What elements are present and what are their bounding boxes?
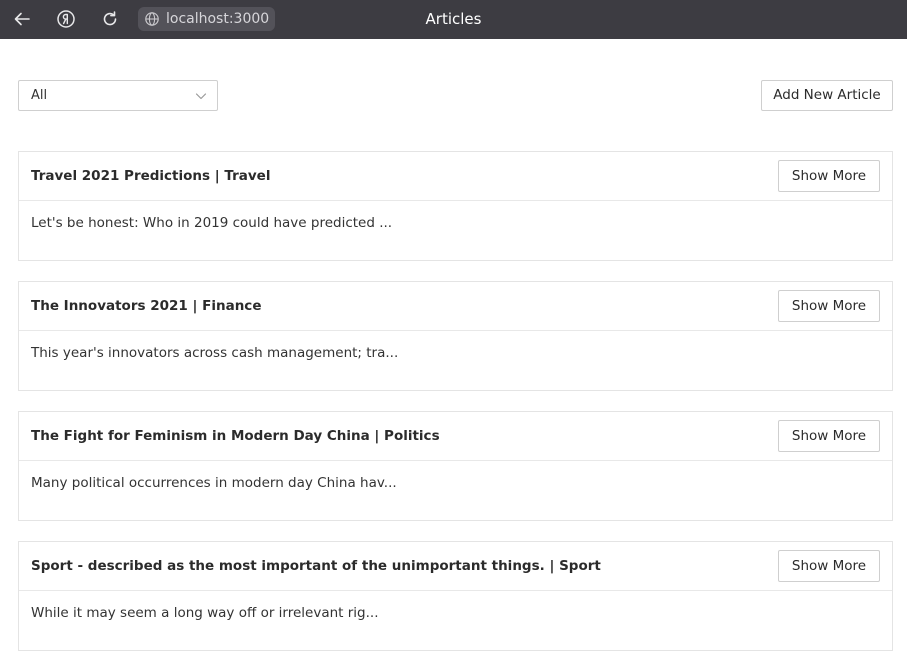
category-filter-select[interactable]: All — [18, 80, 218, 111]
article-card-header: Sport - described as the most important … — [19, 542, 892, 591]
article-excerpt: While it may seem a long way off or irre… — [31, 605, 379, 621]
yandex-icon[interactable] — [54, 7, 78, 31]
article-title: The Fight for Feminism in Modern Day Chi… — [31, 428, 440, 444]
address-bar[interactable]: localhost:3000 — [138, 7, 275, 31]
article-excerpt: This year's innovators across cash manag… — [31, 345, 399, 361]
article-card-header: Travel 2021 Predictions | Travel Show Mo… — [19, 152, 892, 201]
article-card: The Fight for Feminism in Modern Day Chi… — [18, 411, 893, 521]
article-card-header: The Fight for Feminism in Modern Day Chi… — [19, 412, 892, 461]
show-more-button[interactable]: Show More — [778, 160, 880, 192]
article-title: The Innovators 2021 | Finance — [31, 298, 262, 314]
reload-icon[interactable] — [98, 7, 122, 31]
show-more-button[interactable]: Show More — [778, 290, 880, 322]
browser-titlebar: localhost:3000 Articles — [0, 0, 907, 39]
article-title: Travel 2021 Predictions | Travel — [31, 168, 271, 184]
article-card: Travel 2021 Predictions | Travel Show Mo… — [18, 151, 893, 261]
globe-icon — [144, 11, 160, 27]
article-excerpt: Let's be honest: Who in 2019 could have … — [31, 215, 393, 231]
chevron-down-icon — [195, 90, 207, 106]
address-url: localhost:3000 — [166, 11, 270, 27]
window-title: Articles — [425, 10, 482, 28]
article-card: Sport - described as the most important … — [18, 541, 893, 651]
article-excerpt: Many political occurrences in modern day… — [31, 475, 397, 491]
filter-selected-value: All — [31, 88, 48, 103]
article-card-header: The Innovators 2021 | Finance Show More — [19, 282, 892, 331]
back-arrow-icon[interactable] — [10, 7, 34, 31]
show-more-button[interactable]: Show More — [778, 550, 880, 582]
article-card: The Innovators 2021 | Finance Show More … — [18, 281, 893, 391]
show-more-button[interactable]: Show More — [778, 420, 880, 452]
add-new-article-button[interactable]: Add New Article — [761, 80, 893, 111]
article-title: Sport - described as the most important … — [31, 558, 601, 574]
